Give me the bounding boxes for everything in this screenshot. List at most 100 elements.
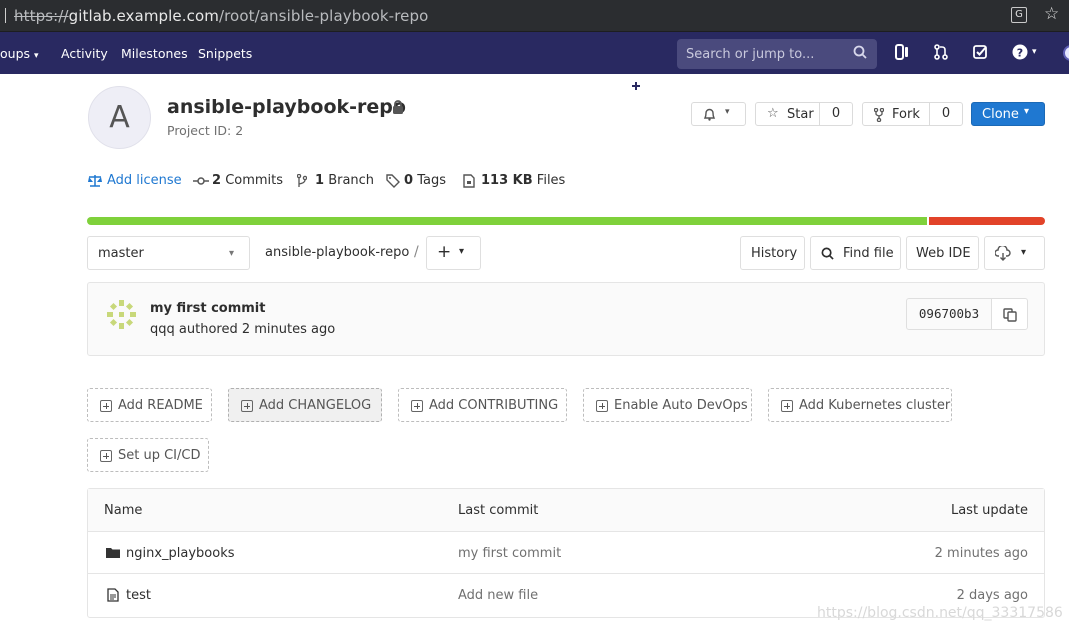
star-button[interactable]: ☆ Star <box>755 102 820 126</box>
add-to-tree-dropdown[interactable]: + ▾ <box>426 236 481 270</box>
add-kubernetes-cluster-label: Add Kubernetes cluster <box>799 398 951 413</box>
user-avatar[interactable] <box>1063 45 1069 61</box>
commit-meta: qqq authored 2 minutes ago <box>150 322 335 337</box>
add-contributing-button[interactable]: Add CONTRIBUTING <box>398 388 567 422</box>
commits-link[interactable]: 2 Commits <box>212 173 283 188</box>
enable-auto-devops-label: Enable Auto DevOps <box>614 398 748 413</box>
project-avatar: A <box>88 86 151 149</box>
add-changelog-button[interactable]: Add CHANGELOG <box>228 388 382 422</box>
chevron-down-icon: ▾ <box>725 107 730 117</box>
branch-link[interactable]: 1 Branch <box>315 173 374 188</box>
merge-request-icon[interactable] <box>934 44 948 60</box>
files-size-label: Files <box>536 173 566 188</box>
setup-ci-cd-button[interactable]: Set up CI/CD <box>87 438 209 472</box>
nav-groups-label: oups <box>0 46 31 61</box>
language-bar-segment-secondary[interactable] <box>929 217 1045 225</box>
wrench-icon[interactable] <box>304 78 318 94</box>
bell-icon <box>703 108 716 121</box>
find-file-button[interactable]: Find file <box>810 236 901 270</box>
tags-link[interactable]: 0 Tags <box>404 173 446 188</box>
breadcrumb-repo-path[interactable]: ansible-playbook-repo <box>265 245 409 260</box>
nav-activity[interactable]: Activity <box>61 46 108 61</box>
web-ide-button[interactable]: Web IDE <box>906 236 979 270</box>
plus-square-icon <box>241 400 253 412</box>
commits-count: 2 <box>212 173 222 188</box>
clone-label: Clone <box>982 107 1019 122</box>
enable-auto-devops-button[interactable]: Enable Auto DevOps <box>583 388 752 422</box>
clone-button[interactable]: Clone ▾ <box>971 102 1045 126</box>
chart-icon[interactable] <box>265 78 280 92</box>
star-count[interactable]: 0 <box>819 102 853 126</box>
search-icon <box>853 45 867 59</box>
chevron-down-icon: ▾ <box>459 246 465 257</box>
file-last-commit-link[interactable]: Add new file <box>458 588 538 603</box>
star-icon: ☆ <box>767 106 779 121</box>
add-kubernetes-cluster-button[interactable]: Add Kubernetes cluster <box>768 388 952 422</box>
project-id: Project ID: 2 <box>167 123 244 138</box>
add-readme-button[interactable]: Add README <box>87 388 212 422</box>
chevron-down-icon: ▾ <box>229 248 235 259</box>
commit-time: 2 minutes ago <box>241 322 336 337</box>
history-button[interactable]: History <box>740 236 805 270</box>
issues-panel-icon[interactable] <box>895 44 909 60</box>
file-name-link[interactable]: test <box>126 588 151 603</box>
fork-count[interactable]: 0 <box>929 102 963 126</box>
chevron-down-icon: ▾ <box>1032 47 1037 57</box>
browser-address-bar[interactable]: https://gitlab.example.com/root/ansible-… <box>0 0 1069 32</box>
branch-label: Branch <box>328 173 375 188</box>
commit-author[interactable]: qqq <box>150 322 175 337</box>
author-identicon[interactable] <box>104 297 139 332</box>
plus-square-icon[interactable] <box>629 79 643 93</box>
files-size: 113 KB Files <box>481 173 565 188</box>
breadcrumb-separator: / <box>414 244 419 260</box>
url-scheme: https:// <box>14 7 69 25</box>
search-input[interactable]: Search or jump to... <box>677 39 877 69</box>
svg-text:?: ? <box>1017 47 1023 60</box>
plus-square-icon <box>781 400 793 412</box>
file-last-update: 2 minutes ago <box>934 546 1028 561</box>
branch-select-value: master <box>98 246 144 261</box>
language-bar-segment-primary[interactable] <box>87 217 927 225</box>
watermark-text: https://blog.csdn.net/qq_33317586 <box>817 605 1063 621</box>
search-icon <box>821 247 834 260</box>
folder-icon <box>106 548 120 558</box>
add-contributing-label: Add CONTRIBUTING <box>429 398 559 413</box>
plus-square-icon <box>100 450 112 462</box>
project-title: ansible-playbook-repo <box>167 96 406 118</box>
commit-title[interactable]: my first commit <box>150 301 265 316</box>
notification-dropdown[interactable]: ▾ <box>691 102 746 126</box>
plus-square-icon <box>100 400 112 412</box>
url-text[interactable]: https://gitlab.example.com/root/ansible-… <box>14 7 428 25</box>
file-last-commit-link[interactable]: my first commit <box>458 546 561 561</box>
file-icon <box>107 588 119 602</box>
nav-milestones[interactable]: Milestones <box>121 46 188 61</box>
add-license-link[interactable]: Add license <box>107 173 182 188</box>
table-header: Name Last commit Last update <box>88 489 1044 532</box>
download-dropdown[interactable]: ▾ <box>984 236 1045 270</box>
column-header-last-commit: Last commit <box>458 503 539 518</box>
bookmark-star-icon[interactable]: ☆ <box>1044 4 1059 24</box>
commit-sha[interactable]: 096700b3 <box>906 298 992 330</box>
file-last-update: 2 days ago <box>956 588 1028 603</box>
branch-icon <box>297 174 307 187</box>
copy-sha-button[interactable] <box>991 298 1028 330</box>
url-path: /root/ansible-playbook-repo <box>218 7 429 25</box>
chevron-down-icon: ▾ <box>34 51 39 61</box>
commits-label: Commits <box>225 173 284 188</box>
tags-label: Tags <box>417 173 446 188</box>
help-icon[interactable]: ? <box>1012 44 1028 60</box>
fork-icon <box>874 108 884 122</box>
nav-groups[interactable]: oups ▾ <box>0 46 39 61</box>
chevron-down-icon: ▾ <box>1024 106 1030 117</box>
search-placeholder: Search or jump to... <box>686 47 815 62</box>
nav-snippets[interactable]: Snippets <box>198 46 252 61</box>
history-label: History <box>751 246 798 261</box>
file-name-link[interactable]: nginx_playbooks <box>126 546 235 561</box>
table-row[interactable]: nginx_playbooks my first commit 2 minute… <box>88 532 1044 574</box>
file-tree-table: Name Last commit Last update nginx_playb… <box>87 488 1045 618</box>
lock-icon <box>393 100 403 114</box>
todo-check-icon[interactable] <box>973 45 987 59</box>
branch-select[interactable]: master ▾ <box>87 236 250 270</box>
fork-button[interactable]: Fork <box>862 102 930 126</box>
translate-icon[interactable]: G <box>1011 7 1027 23</box>
